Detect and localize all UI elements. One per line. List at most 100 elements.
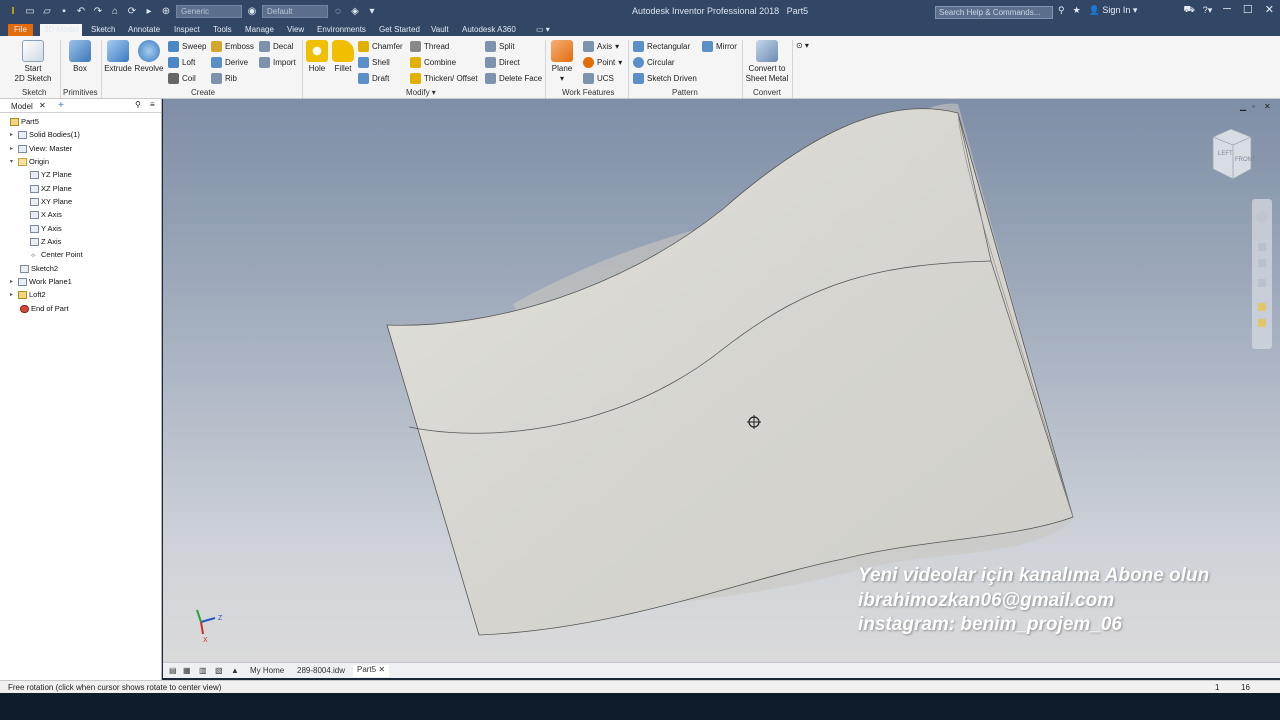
axis-button[interactable]: Axis ▾: [583, 41, 619, 52]
view-cube[interactable]: LEFT FRONT: [1212, 128, 1256, 180]
pan-icon[interactable]: [1258, 243, 1266, 251]
undo-icon[interactable]: ↶: [74, 4, 88, 18]
customize-icon[interactable]: ▾: [365, 4, 379, 18]
rib-button[interactable]: Rib: [211, 73, 237, 84]
tree-item-sketch2[interactable]: Sketch2: [20, 264, 58, 273]
tab-annotate[interactable]: Annotate: [128, 24, 160, 36]
group-label-modify[interactable]: Modify ▾: [406, 88, 436, 97]
delete-face-button[interactable]: Delete Face: [485, 73, 542, 84]
tile-horizontal-icon[interactable]: ▤: [169, 666, 177, 675]
tab-manage[interactable]: Manage: [245, 24, 274, 36]
cart-icon[interactable]: ⛟: [1183, 4, 1194, 16]
search-help-input[interactable]: Search Help & Commands...: [935, 6, 1053, 19]
browser-tab-model[interactable]: Model: [11, 102, 33, 111]
tree-item-x-axis[interactable]: X Axis: [30, 210, 62, 219]
material-dropdown[interactable]: Generic: [176, 4, 242, 18]
tree-item-end-of-part[interactable]: End of Part: [20, 304, 69, 313]
point-button[interactable]: Point ▾: [583, 57, 622, 68]
save-icon[interactable]: ▪: [57, 4, 71, 18]
sketch-driven-pattern-button[interactable]: Sketch Driven: [633, 73, 697, 84]
tree-item-yz-plane[interactable]: YZ Plane: [30, 170, 72, 179]
tab-environments[interactable]: Environments: [317, 24, 366, 36]
orbit-icon[interactable]: [1258, 279, 1266, 287]
update-icon[interactable]: ⟳: [125, 4, 139, 18]
binoculars-icon[interactable]: ⚲: [1058, 5, 1065, 16]
revolve-button[interactable]: Revolve: [134, 40, 164, 74]
doc-tab-part5[interactable]: Part5 ✕: [353, 665, 390, 677]
appearance-icon[interactable]: ◉: [245, 4, 259, 18]
loft-button[interactable]: Loft: [168, 57, 195, 68]
tree-item-work-plane1[interactable]: ▸ Work Plane1: [10, 277, 72, 286]
zoom-icon[interactable]: [1258, 259, 1266, 267]
mirror-button[interactable]: Mirror: [702, 41, 737, 52]
derive-button[interactable]: Derive: [211, 57, 248, 68]
tab-inspect[interactable]: Inspect: [174, 24, 200, 36]
tree-item-y-axis[interactable]: Y Axis: [30, 224, 62, 233]
ribbon-options-icon[interactable]: ▭ ▾: [536, 24, 550, 36]
steering-wheel-icon[interactable]: [1256, 211, 1268, 223]
hole-button[interactable]: Hole: [304, 40, 330, 74]
tree-item-part[interactable]: Part5: [10, 117, 39, 126]
box-button[interactable]: Box: [66, 40, 94, 74]
draft-button[interactable]: Draft: [358, 73, 389, 84]
home-icon[interactable]: ⌂: [108, 4, 122, 18]
adjust-icon[interactable]: ◈: [348, 4, 362, 18]
open-file-icon[interactable]: ▱: [40, 4, 54, 18]
shell-button[interactable]: Shell: [358, 57, 390, 68]
viewcube-front-face[interactable]: FRONT: [1235, 157, 1256, 163]
new-file-icon[interactable]: ▭: [23, 4, 37, 18]
browser-search-icon[interactable]: ⚲: [135, 100, 141, 109]
viewport-restore-icon[interactable]: ▫: [1252, 102, 1255, 111]
emboss-button[interactable]: Emboss: [211, 41, 254, 52]
scroll-up-icon[interactable]: ▲: [231, 666, 239, 675]
doc-tab-drawing[interactable]: 289-8004.idw: [297, 666, 345, 675]
tab-get-started[interactable]: Get Started: [379, 24, 420, 36]
tree-item-solid-bodies[interactable]: ▸ Solid Bodies(1): [10, 130, 80, 139]
view-face-icon[interactable]: [1258, 319, 1266, 327]
panel-options-icon[interactable]: ⊙ ▾: [796, 41, 809, 50]
viewport-minimize-icon[interactable]: ▁: [1239, 102, 1247, 111]
tree-item-xy-plane[interactable]: XY Plane: [30, 197, 72, 206]
chamfer-button[interactable]: Chamfer: [358, 41, 403, 52]
extrude-button[interactable]: Extrude: [104, 40, 132, 74]
appearance-dropdown[interactable]: Default: [262, 4, 328, 18]
tab-file[interactable]: File: [8, 24, 33, 36]
minimize-icon[interactable]: ─: [1223, 3, 1231, 16]
sign-in-link[interactable]: 👤 Sign In ▾: [1089, 5, 1138, 16]
convert-to-sheet-metal-button[interactable]: Convert to Sheet Metal: [744, 40, 790, 84]
doc-tab-close-icon[interactable]: ✕: [378, 665, 385, 674]
fillet-button[interactable]: Fillet: [330, 40, 356, 74]
clear-appearance-icon[interactable]: ◌: [331, 4, 345, 18]
thicken-offset-button[interactable]: Thicken/ Offset: [410, 73, 478, 84]
tree-item-center-point[interactable]: ✧ Center Point: [30, 250, 83, 260]
viewport-close-icon[interactable]: ✕: [1264, 102, 1271, 111]
plane-button[interactable]: Plane ▾: [548, 40, 576, 84]
inventor-logo-icon[interactable]: I: [6, 4, 20, 18]
tree-item-z-axis[interactable]: Z Axis: [30, 237, 61, 246]
start-2d-sketch-button[interactable]: Start 2D Sketch: [14, 40, 52, 84]
decal-button[interactable]: Decal: [259, 41, 293, 52]
ucs-button[interactable]: UCS: [583, 73, 614, 84]
tab-sketch[interactable]: Sketch: [91, 24, 115, 36]
sweep-button[interactable]: Sweep: [168, 41, 206, 52]
favorites-icon[interactable]: ★: [1073, 5, 1081, 16]
import-button[interactable]: Import: [259, 57, 296, 68]
tile-grid-icon[interactable]: ▦: [183, 666, 191, 675]
tab-view[interactable]: View: [287, 24, 304, 36]
browser-close-icon[interactable]: ✕: [39, 101, 46, 110]
help-icon[interactable]: ?▾: [1203, 5, 1213, 16]
tab-tools[interactable]: Tools: [213, 24, 232, 36]
direct-button[interactable]: Direct: [485, 57, 520, 68]
select-icon[interactable]: ▸: [142, 4, 156, 18]
browser-menu-icon[interactable]: ≡: [150, 100, 155, 109]
measure-icon[interactable]: ⊕: [159, 4, 173, 18]
redo-icon[interactable]: ↷: [91, 4, 105, 18]
rectangular-pattern-button[interactable]: Rectangular: [633, 41, 690, 52]
tree-item-loft2[interactable]: ▸ Loft2: [10, 290, 46, 299]
tab-autodesk-a360[interactable]: Autodesk A360: [462, 24, 516, 36]
combine-button[interactable]: Combine: [410, 57, 456, 68]
tree-item-origin[interactable]: ▾ Origin: [10, 157, 49, 166]
split-button[interactable]: Split: [485, 41, 515, 52]
close-icon[interactable]: ✕: [1265, 3, 1274, 16]
cascade-icon[interactable]: ▧: [215, 666, 223, 675]
